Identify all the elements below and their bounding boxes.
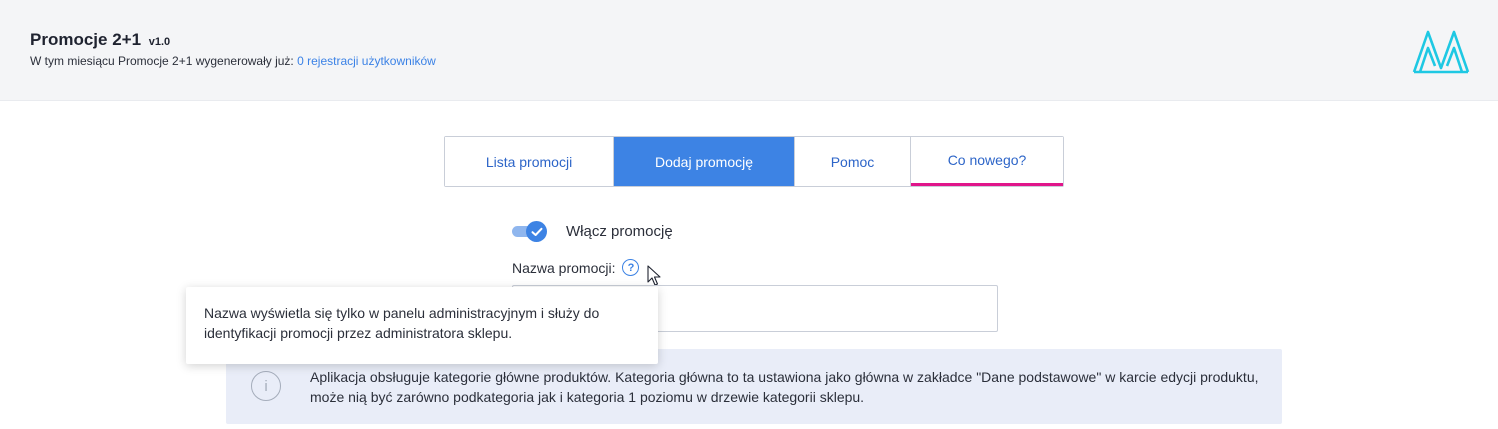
enable-promotion-label: Włącz promocję xyxy=(566,222,673,240)
usage-summary-text: W tym miesiącu Promocje 2+1 wygenerowały… xyxy=(30,54,294,68)
usage-summary: W tym miesiącu Promocje 2+1 wygenerowały… xyxy=(30,54,436,68)
app-version: v1.0 xyxy=(148,36,171,48)
enable-promotion-row: Włącz promocję xyxy=(512,220,673,242)
app-name: Promocje 2+1 xyxy=(30,30,142,49)
info-notice-text: Aplikacja obsługuje kategorie główne pro… xyxy=(310,369,1259,405)
tab-whats-new[interactable]: Co nowego? xyxy=(911,137,1063,186)
promotion-name-label: Nazwa promocji: xyxy=(512,259,616,276)
info-icon: i xyxy=(251,371,281,401)
enable-promotion-toggle[interactable] xyxy=(512,220,548,242)
tab-add-promotion[interactable]: Dodaj promocję xyxy=(614,137,795,186)
promotion-name-label-row: Nazwa promocji: ? xyxy=(512,259,640,276)
help-icon[interactable]: ? xyxy=(622,259,640,276)
app-title: Promocje 2+1 v1.0 xyxy=(30,30,170,50)
main-tabs: Lista promocji Dodaj promocję Pomoc Co n… xyxy=(444,136,1064,187)
checkmark-icon xyxy=(531,227,542,236)
app-logo-icon xyxy=(1412,30,1470,74)
tab-promotion-list[interactable]: Lista promocji xyxy=(445,137,614,186)
registrations-link[interactable]: 0 rejestracji użytkowników xyxy=(297,54,436,68)
toggle-knob xyxy=(526,221,547,242)
help-tooltip: Nazwa wyświetla się tylko w panelu admin… xyxy=(186,287,658,364)
tab-help[interactable]: Pomoc xyxy=(795,137,911,186)
app-header: Promocje 2+1 v1.0 W tym miesiącu Promocj… xyxy=(0,0,1498,101)
